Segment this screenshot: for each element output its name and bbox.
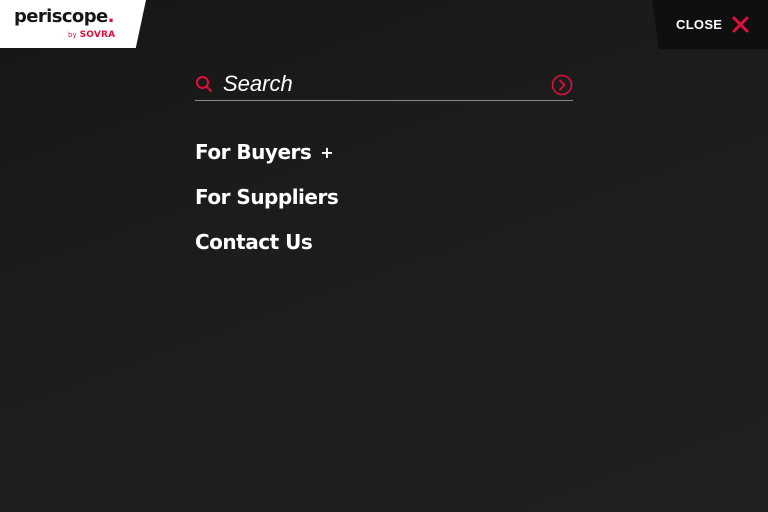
search-input[interactable] <box>223 70 543 98</box>
nav-item-label: Contact Us <box>195 230 313 254</box>
logo-name: periscope <box>14 6 108 27</box>
logo-brand: SOVRA <box>79 30 116 40</box>
logo-byline: by SOVRA <box>68 30 115 40</box>
close-label: CLOSE <box>676 17 723 32</box>
close-button[interactable]: CLOSE <box>652 0 768 49</box>
nav-item-contact-us[interactable]: Contact Us <box>195 227 338 257</box>
logo-dot: . <box>107 6 115 27</box>
nav-item-label: For Suppliers <box>195 185 339 209</box>
menu-overlay: periscope. bySOVRA CLOSE For Buyers + Fo… <box>0 0 768 512</box>
nav-item-label: For Buyers <box>195 140 312 164</box>
close-x-icon <box>732 16 749 33</box>
logo-by: by <box>68 31 77 39</box>
search-icon <box>196 76 212 92</box>
search-bar <box>195 66 573 101</box>
nav-item-for-suppliers[interactable]: For Suppliers <box>195 182 339 212</box>
logo-link[interactable]: periscope. by SOVRA <box>0 0 146 48</box>
arrow-circle-right-icon[interactable] <box>551 74 573 96</box>
main-nav: For Buyers + For Suppliers Contact Us <box>195 137 339 272</box>
plus-icon[interactable]: + <box>320 145 333 161</box>
logo-wordmark: periscope. <box>14 6 114 28</box>
nav-item-for-buyers[interactable]: For Buyers + <box>195 137 338 167</box>
